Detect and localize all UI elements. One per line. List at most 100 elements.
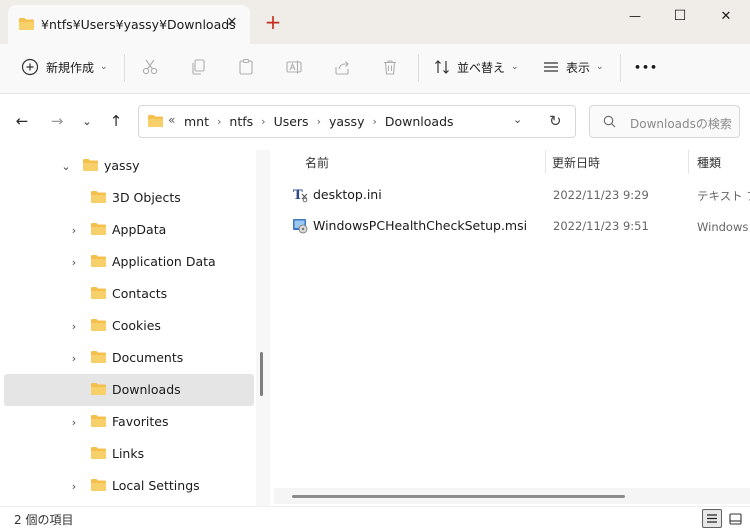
nav-item-documents[interactable]: › Documents [4, 342, 254, 374]
share-button[interactable] [330, 44, 354, 90]
new-button-label: 新規作成 [46, 60, 95, 75]
folder-icon [90, 382, 107, 399]
refresh-icon[interactable]: ↻ [549, 112, 562, 130]
breadcrumb-item[interactable]: Downloads [385, 114, 454, 129]
minimize-button[interactable]: — [612, 0, 658, 32]
breadcrumb-item[interactable]: Users [274, 114, 309, 129]
nav-item-contacts[interactable]: Contacts [4, 278, 254, 310]
back-arrow-icon[interactable]: ← [9, 108, 35, 134]
chevron-right-icon[interactable]: › [217, 115, 221, 128]
add-circle-icon [18, 55, 42, 79]
column-header-modified[interactable]: 更新日時 [552, 154, 600, 171]
pane-splitter[interactable] [256, 150, 270, 506]
file-list: ⌃ 名前 更新日時 種類 T desktop.ini 2022/11/23 9:… [274, 150, 750, 506]
folder-icon [90, 222, 107, 239]
clipboard-icon [234, 55, 258, 79]
cut-button[interactable] [138, 44, 162, 90]
breadcrumb-item[interactable]: ntfs [229, 114, 253, 129]
nav-item-application-data[interactable]: › Application Data [4, 246, 254, 278]
toolbar-divider [418, 54, 419, 82]
navigation-pane: ⌄ yassy 3D Objects › AppData › Applicati… [0, 150, 256, 506]
up-arrow-icon[interactable]: ↑ [103, 108, 129, 134]
chevron-down-icon: ⌄ [100, 62, 108, 72]
rename-button[interactable] [282, 44, 306, 90]
nav-item-appdata[interactable]: › AppData [4, 214, 254, 246]
ini-file-icon: T [292, 186, 309, 206]
tiles-view-button[interactable] [725, 509, 745, 528]
column-divider[interactable] [545, 150, 546, 174]
delete-button[interactable] [378, 44, 402, 90]
column-header-type[interactable]: 種類 [697, 154, 721, 171]
nav-item-label: Local Settings [112, 478, 200, 493]
tab-close-icon[interactable]: ✕ [222, 12, 242, 32]
chevron-right-icon[interactable]: › [68, 416, 80, 429]
address-history-chevron-icon[interactable]: ⌄ [513, 113, 522, 126]
view-button-label: 表示 [566, 60, 591, 75]
breadcrumb-item[interactable]: mnt [184, 114, 209, 129]
command-bar: 新規作成 ⌄ 並べ替え ⌄ 表示 ⌄ ••• [0, 44, 750, 94]
nav-item-label: Documents [112, 350, 184, 365]
chevron-down-icon: ⌄ [596, 62, 604, 72]
toolbar-divider [124, 54, 125, 82]
folder-icon [90, 446, 107, 463]
new-button[interactable]: 新規作成 ⌄ [18, 44, 108, 90]
nav-item-cookies[interactable]: › Cookies [4, 310, 254, 342]
trash-icon [378, 55, 402, 79]
more-options-button[interactable]: ••• [634, 44, 658, 90]
column-header-name[interactable]: 名前 [305, 154, 329, 171]
share-icon [330, 55, 354, 79]
nav-item-local-settings[interactable]: › Local Settings [4, 470, 254, 502]
chevron-right-icon[interactable]: › [372, 115, 376, 128]
file-type: テキスト ファイル [697, 189, 750, 203]
nav-item-3d-objects[interactable]: 3D Objects [4, 182, 254, 214]
tab-title: ¥ntfs¥Users¥yassy¥Downloads [41, 17, 236, 32]
forward-arrow-icon[interactable]: → [44, 108, 70, 134]
horizontal-scrollbar-thumb[interactable] [292, 495, 625, 498]
column-divider[interactable] [688, 150, 689, 174]
maximize-button[interactable]: ☐ [657, 0, 703, 32]
details-view-icon [707, 514, 717, 523]
title-bar: ¥ntfs¥Users¥yassy¥Downloads ✕ + — ☐ ✕ [0, 0, 750, 44]
nav-item-yassy[interactable]: ⌄ yassy [4, 150, 254, 182]
nav-item-downloads[interactable]: Downloads [4, 374, 254, 406]
chevron-right-icon[interactable]: › [68, 256, 80, 269]
view-button[interactable]: 表示 ⌄ [539, 44, 604, 90]
breadcrumb-item[interactable]: yassy [329, 114, 364, 129]
file-type: Windows インストーラー パッケージ [697, 220, 750, 234]
search-box[interactable]: Downloadsの検索 [589, 105, 740, 138]
copy-button[interactable] [186, 44, 210, 90]
nav-item-label: 3D Objects [112, 190, 181, 205]
chevron-right-icon[interactable]: › [68, 224, 80, 237]
nav-item-links[interactable]: Links [4, 438, 254, 470]
table-row[interactable]: T desktop.ini 2022/11/23 9:29 テキスト ファイル [286, 180, 750, 210]
active-tab[interactable]: ¥ntfs¥Users¥yassy¥Downloads ✕ [8, 5, 250, 44]
chevron-right-icon[interactable]: › [68, 352, 80, 365]
folder-icon [90, 254, 107, 271]
chevron-right-icon[interactable]: › [68, 480, 80, 493]
copy-icon [186, 55, 210, 79]
nav-item-label: Cookies [112, 318, 161, 333]
nav-item-label: Contacts [112, 286, 168, 301]
nav-item-label: Favorites [112, 414, 169, 429]
nav-item-favorites[interactable]: › Favorites [4, 406, 254, 438]
scissors-icon [138, 55, 162, 79]
svg-text:T: T [293, 188, 303, 203]
chevron-right-icon[interactable]: › [261, 115, 265, 128]
recent-locations-chevron-icon[interactable]: ⌄ [74, 108, 100, 134]
new-tab-button[interactable]: + [262, 12, 284, 34]
details-view-button[interactable] [702, 509, 722, 528]
folder-icon [90, 478, 107, 495]
breadcrumb-overflow[interactable]: « [168, 113, 175, 127]
close-button[interactable]: ✕ [703, 0, 749, 32]
nav-item-label: Links [112, 446, 145, 461]
folder-icon [82, 158, 99, 175]
table-row[interactable]: WindowsPCHealthCheckSetup.msi 2022/11/23… [286, 211, 750, 241]
paste-button[interactable] [234, 44, 258, 90]
chevron-down-icon[interactable]: ⌄ [60, 160, 72, 173]
nav-scrollbar-thumb[interactable] [260, 352, 263, 396]
nav-item-label: Downloads [112, 382, 181, 397]
chevron-right-icon[interactable]: › [317, 115, 321, 128]
sort-button[interactable]: 並べ替え ⌄ [430, 44, 519, 90]
chevron-right-icon[interactable]: › [68, 320, 80, 333]
address-bar[interactable]: « mnt › ntfs › Users › yassy › Downloads… [138, 105, 576, 138]
